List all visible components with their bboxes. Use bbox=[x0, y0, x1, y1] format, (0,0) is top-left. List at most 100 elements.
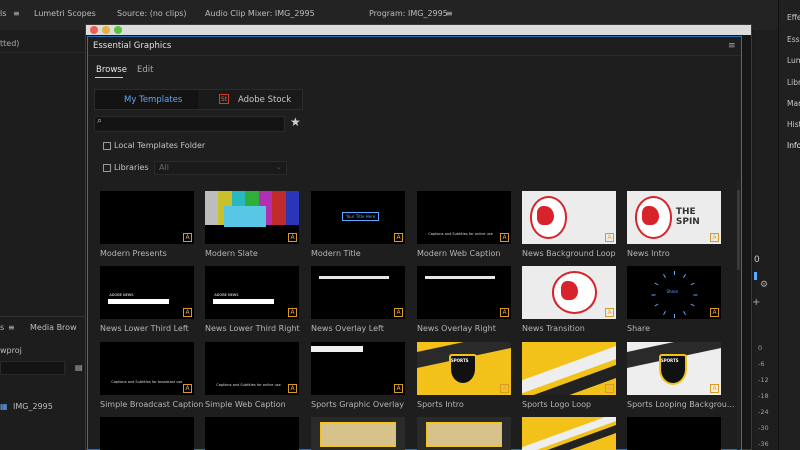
local-templates-checkbox[interactable] bbox=[103, 142, 111, 150]
template-thumbnail[interactable]: Your Title Here bbox=[311, 191, 405, 244]
motion-graphics-template-icon: A bbox=[288, 233, 297, 242]
tab-source[interactable]: Source: (no clips) bbox=[117, 9, 187, 18]
motion-graphics-template-icon: A bbox=[500, 233, 509, 242]
tab-libraries[interactable]: Libr bbox=[787, 78, 800, 87]
tab-history[interactable]: Hist bbox=[787, 120, 800, 129]
left-panel-text: tted) bbox=[0, 39, 20, 48]
tab-browse[interactable]: Browse bbox=[96, 65, 127, 75]
template-name: Sports Looping Backgrou... bbox=[627, 400, 735, 409]
maximize-window-button[interactable] bbox=[114, 26, 122, 34]
motion-graphics-template-icon: A bbox=[394, 308, 403, 317]
motion-graphics-template-icon: A bbox=[710, 233, 719, 242]
window-titlebar[interactable] bbox=[86, 25, 751, 35]
tab-program[interactable]: Program: IMG_2995 bbox=[369, 9, 448, 18]
template-name: Share bbox=[627, 324, 651, 333]
add-icon[interactable]: + bbox=[752, 297, 760, 308]
template-thumbnail[interactable] bbox=[627, 417, 721, 450]
tab-audio-clip-mixer[interactable]: Audio Clip Mixer: IMG_2995 bbox=[205, 9, 315, 18]
template-name: Sports Graphic Overlay bbox=[311, 400, 404, 409]
motion-graphics-template-icon: A bbox=[710, 384, 719, 393]
template-name: News Background Loop bbox=[522, 249, 616, 258]
template-name: News Overlay Left bbox=[311, 324, 384, 333]
bin-icon[interactable]: ▤ bbox=[75, 363, 83, 372]
playhead-indicator bbox=[754, 272, 757, 280]
template-thumbnail[interactable]: Captions and Subtitles for online use bbox=[417, 191, 511, 244]
sequence-icon: ▦ bbox=[0, 402, 8, 411]
template-thumbnail[interactable]: ADOBE NEWS bbox=[205, 266, 299, 319]
hamburger-icon[interactable]: ≡ bbox=[446, 9, 453, 18]
scrollbar-thumb[interactable] bbox=[737, 190, 740, 270]
tab-info[interactable]: Info bbox=[787, 141, 800, 150]
template-thumbnail[interactable] bbox=[522, 417, 616, 450]
template-thumbnail[interactable]: Captions and Subtitles for online use bbox=[205, 342, 299, 395]
template-thumbnail[interactable] bbox=[417, 266, 511, 319]
template-thumbnail[interactable] bbox=[205, 417, 299, 450]
template-thumbnail[interactable]: ADOBE NEWS bbox=[100, 266, 194, 319]
tab-effects-controls[interactable]: ls bbox=[0, 9, 6, 18]
template-thumbnail[interactable] bbox=[311, 342, 405, 395]
template-name: Simple Web Caption bbox=[205, 400, 286, 409]
template-name: Modern Slate bbox=[205, 249, 258, 258]
close-window-button[interactable] bbox=[90, 26, 98, 34]
template-thumbnail[interactable] bbox=[522, 342, 616, 395]
template-thumbnail[interactable]: THE SPIN bbox=[627, 191, 721, 244]
tab-edit[interactable]: Edit bbox=[137, 65, 153, 75]
template-thumbnail[interactable] bbox=[522, 191, 616, 244]
clip-name[interactable]: IMG_2995 bbox=[13, 402, 53, 411]
template-thumbnail[interactable] bbox=[100, 191, 194, 244]
tab-markers[interactable]: Mar bbox=[787, 99, 800, 108]
template-overlay-text: Your Title Here bbox=[342, 212, 380, 222]
template-thumbnail[interactable] bbox=[522, 266, 616, 319]
hamburger-icon[interactable]: ≡ bbox=[8, 323, 15, 332]
template-name: Modern Web Caption bbox=[417, 249, 501, 258]
my-templates-button[interactable]: My Templates bbox=[124, 95, 182, 105]
motion-graphics-template-icon: A bbox=[394, 233, 403, 242]
motion-graphics-template-icon: A bbox=[605, 233, 614, 242]
libraries-checkbox[interactable] bbox=[103, 164, 111, 172]
template-thumbnail[interactable]: Captions and Subtitles for broadcast use bbox=[100, 342, 194, 395]
template-overlay-text: Captions and Subtitles for online use bbox=[216, 383, 281, 388]
panel-title: Essential Graphics bbox=[93, 41, 172, 51]
tab-project[interactable]: s bbox=[0, 323, 4, 332]
template-thumbnail[interactable]: SPORTS bbox=[417, 342, 511, 395]
template-overlay-text: Captions and Subtitles for online use bbox=[428, 232, 493, 237]
tab-lumetri-scopes[interactable]: Lumetri Scopes bbox=[34, 9, 96, 18]
libraries-label: Libraries bbox=[114, 163, 149, 172]
star-icon[interactable]: ★ bbox=[290, 115, 301, 129]
settings-icon[interactable]: ⚙ bbox=[760, 280, 768, 290]
program-monitor-control[interactable]: 0 bbox=[754, 255, 760, 265]
template-overlay-text: SPORTS bbox=[450, 357, 469, 363]
project-name: wproj bbox=[0, 346, 22, 355]
template-overlay-text: THE SPIN bbox=[675, 206, 700, 227]
template-thumbnail[interactable] bbox=[311, 417, 405, 450]
template-thumbnail[interactable] bbox=[417, 417, 511, 450]
template-name: News Transition bbox=[522, 324, 585, 333]
tab-media-browser[interactable]: Media Brow bbox=[30, 323, 77, 332]
template-overlay-text: ADOBE NEWS bbox=[109, 292, 134, 297]
motion-graphics-template-icon: A bbox=[288, 308, 297, 317]
template-overlay-text: SPORTS bbox=[660, 357, 679, 363]
motion-graphics-template-icon: A bbox=[710, 308, 719, 317]
template-thumbnail[interactable] bbox=[100, 417, 194, 450]
tab-essential[interactable]: Essen bbox=[787, 35, 800, 44]
template-thumbnail[interactable] bbox=[311, 266, 405, 319]
adobe-stock-icon: St bbox=[219, 94, 229, 104]
motion-graphics-template-icon: A bbox=[183, 384, 192, 393]
hamburger-icon[interactable]: ≡ bbox=[13, 9, 20, 18]
motion-graphics-template-icon: A bbox=[183, 233, 192, 242]
adobe-stock-button[interactable]: Adobe Stock bbox=[238, 95, 291, 105]
project-search-input[interactable] bbox=[0, 361, 65, 375]
search-input[interactable] bbox=[94, 116, 285, 132]
template-overlay-text: Share bbox=[666, 288, 679, 294]
template-thumbnail[interactable] bbox=[205, 191, 299, 244]
tab-lumetri[interactable]: Lum bbox=[787, 56, 800, 65]
motion-graphics-template-icon: A bbox=[500, 384, 509, 393]
template-thumbnail[interactable]: SPORTS bbox=[627, 342, 721, 395]
tab-effects[interactable]: Effe bbox=[787, 13, 800, 22]
template-thumbnail[interactable]: Share bbox=[627, 266, 721, 319]
panel-menu-icon[interactable]: ≡ bbox=[728, 41, 736, 51]
chevron-down-icon: ⌄ bbox=[276, 163, 282, 171]
libraries-dropdown[interactable]: All bbox=[154, 161, 287, 175]
minimize-window-button[interactable] bbox=[102, 26, 110, 34]
divider bbox=[0, 52, 85, 53]
